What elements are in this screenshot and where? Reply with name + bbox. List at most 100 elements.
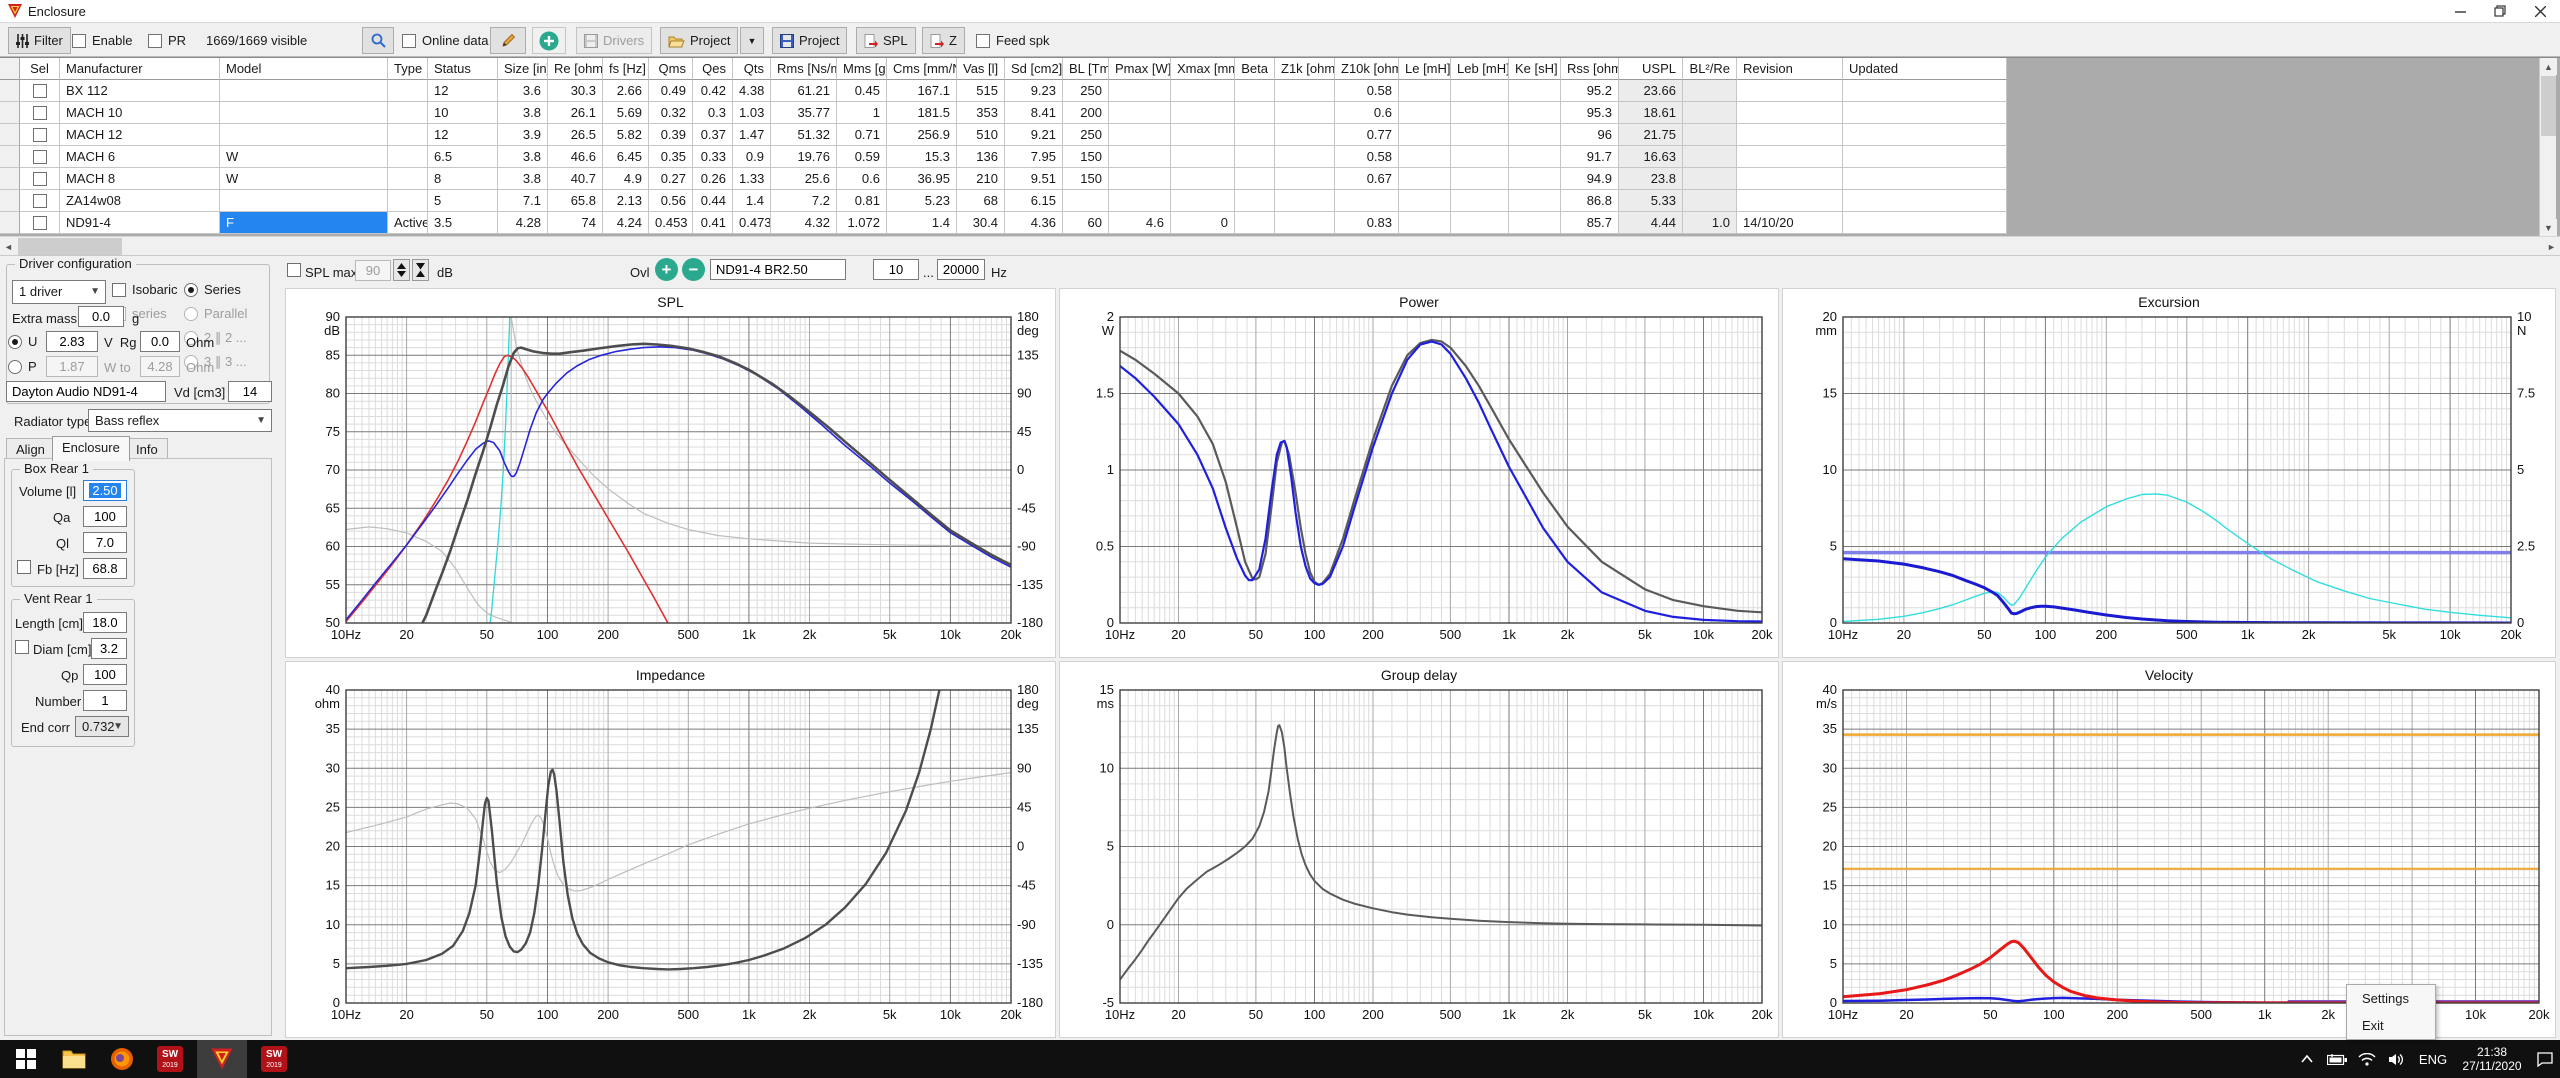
cell-size[interactable]: 3.8: [498, 146, 548, 168]
cell-rss[interactable]: 91.7: [1561, 146, 1619, 168]
cell-z1k[interactable]: [1275, 124, 1335, 146]
cell-vas[interactable]: 510: [957, 124, 1005, 146]
cell-rms[interactable]: 61.21: [771, 80, 837, 102]
cell-ke[interactable]: [1509, 212, 1561, 234]
voltage-radio[interactable]: U: [8, 334, 37, 349]
cell-sd[interactable]: 8.41: [1005, 102, 1063, 124]
cell-type[interactable]: [388, 146, 428, 168]
cell-rowhead[interactable]: [0, 80, 20, 102]
cell-rms[interactable]: 7.2: [771, 190, 837, 212]
cell-bl2re[interactable]: [1683, 124, 1737, 146]
column-header-rms[interactable]: Rms [Ns/m]: [771, 58, 837, 80]
cell-bl[interactable]: 150: [1063, 168, 1109, 190]
cell-model[interactable]: [220, 80, 388, 102]
series-radio-button[interactable]: [184, 282, 198, 297]
cell-beta[interactable]: [1235, 80, 1275, 102]
row-select-checkbox[interactable]: [32, 216, 47, 230]
cell-revision[interactable]: [1737, 80, 1843, 102]
cell-rowhead[interactable]: [0, 102, 20, 124]
cell-qes[interactable]: 0.44: [693, 190, 733, 212]
cell-qes[interactable]: 0.3: [693, 102, 733, 124]
cell-bl[interactable]: 200: [1063, 102, 1109, 124]
isobaric-checkbox[interactable]: Isobaric: [112, 282, 178, 297]
firefox-icon[interactable]: [98, 1040, 146, 1078]
chart-plot-area[interactable]: 90 dB 85 80 75 70 65 60 55 50 180 deg 135 90 45 0 -45 -90…: [286, 289, 1055, 657]
cell-z10k[interactable]: 0.6: [1335, 102, 1399, 124]
cell-rowhead[interactable]: [0, 124, 20, 146]
column-header-bl[interactable]: BL [Tm]: [1063, 58, 1109, 80]
cell-rms[interactable]: 51.32: [771, 124, 837, 146]
cell-vas[interactable]: 515: [957, 80, 1005, 102]
cell-manufacturer[interactable]: ND91-4: [60, 212, 220, 234]
table-horizontal-scrollbar[interactable]: ◄ ►: [0, 236, 2560, 256]
cell-rowhead[interactable]: [0, 190, 20, 212]
column-header-cms[interactable]: Cms [mm/N]: [887, 58, 957, 80]
cell-leb[interactable]: [1451, 146, 1509, 168]
column-header-size[interactable]: Size [in]: [498, 58, 548, 80]
cell-fs[interactable]: 5.69: [603, 102, 649, 124]
cell-rms[interactable]: 4.32: [771, 212, 837, 234]
column-header-qts[interactable]: Qts: [733, 58, 771, 80]
extra-mass-input[interactable]: [78, 306, 124, 327]
feed-spk-checkbox-box[interactable]: [976, 33, 990, 48]
cell-updated[interactable]: [1843, 212, 2007, 234]
cell-z10k[interactable]: [1335, 190, 1399, 212]
tab-enclosure[interactable]: Enclosure: [52, 436, 130, 461]
cell-fs[interactable]: 6.45: [603, 146, 649, 168]
cell-size[interactable]: 3.6: [498, 80, 548, 102]
column-header-status[interactable]: Status: [428, 58, 498, 80]
scrollbar-thumb[interactable]: [18, 238, 122, 255]
spl-max-auto-button[interactable]: [412, 259, 429, 281]
cell-re[interactable]: 40.7: [548, 168, 603, 190]
cell-xmax[interactable]: [1171, 190, 1235, 212]
fb-input[interactable]: [83, 558, 127, 579]
cell-mms[interactable]: 0.45: [837, 80, 887, 102]
open-project-button[interactable]: Project: [660, 27, 739, 54]
close-button[interactable]: [2520, 0, 2560, 22]
cell-revision[interactable]: [1737, 146, 1843, 168]
column-header-fs[interactable]: fs [Hz]: [603, 58, 649, 80]
cell-size[interactable]: 3.8: [498, 168, 548, 190]
chart-plot-area[interactable]: 15 ms 10 5 0 -5 10Hz 20 50 100 200 500 1k 2k 5k 10k 20k: [1060, 662, 1778, 1037]
cell-sel[interactable]: [20, 102, 60, 124]
chart-plot-area[interactable]: 2 W 1.5 1 0.5 0 10Hz 20 50 100 200 500 1k 2k 5k 10k 20k: [1060, 289, 1778, 657]
cell-uspl[interactable]: 18.61: [1619, 102, 1683, 124]
cell-leb[interactable]: [1451, 168, 1509, 190]
cell-rss[interactable]: 95.2: [1561, 80, 1619, 102]
spl-max-spinner[interactable]: [393, 259, 410, 281]
table-row[interactable]: MACH 6 W 6.5 3.8 46.6 6.45 0.35 0.33 0.9 19.76 0.5…: [0, 146, 2560, 168]
cell-updated[interactable]: [1843, 190, 2007, 212]
cell-sel[interactable]: [20, 124, 60, 146]
cell-model[interactable]: W: [220, 146, 388, 168]
cell-le[interactable]: [1399, 146, 1451, 168]
scroll-down-arrow[interactable]: ▼: [2540, 219, 2557, 236]
tab-align[interactable]: Align: [6, 438, 55, 460]
cell-qes[interactable]: 0.37: [693, 124, 733, 146]
cell-cms[interactable]: 5.23: [887, 190, 957, 212]
cell-sel[interactable]: [20, 212, 60, 234]
cell-vas[interactable]: 30.4: [957, 212, 1005, 234]
battery-icon[interactable]: [2322, 1040, 2352, 1078]
cell-manufacturer[interactable]: MACH 6: [60, 146, 220, 168]
add-driver-button[interactable]: [532, 27, 566, 54]
table-row[interactable]: MACH 10 10 3.8 26.1 5.69 0.32 0.3 1.03 35.77 1 181…: [0, 102, 2560, 124]
cell-fs[interactable]: 4.24: [603, 212, 649, 234]
cell-ke[interactable]: [1509, 102, 1561, 124]
cell-qms[interactable]: 0.32: [649, 102, 693, 124]
qa-input[interactable]: [83, 506, 127, 527]
cell-type[interactable]: [388, 102, 428, 124]
cell-pmax[interactable]: [1109, 190, 1171, 212]
cell-uspl[interactable]: 16.63: [1619, 146, 1683, 168]
cell-revision[interactable]: [1737, 190, 1843, 212]
cell-le[interactable]: [1399, 168, 1451, 190]
cell-sd[interactable]: 6.15: [1005, 190, 1063, 212]
cell-z1k[interactable]: [1275, 146, 1335, 168]
cell-rowhead[interactable]: [0, 168, 20, 190]
column-header-model[interactable]: Model: [220, 58, 388, 80]
table-row[interactable]: MACH 12 12 3.9 26.5 5.82 0.39 0.37 1.47 51.32 0.7…: [0, 124, 2560, 146]
cell-rms[interactable]: 25.6: [771, 168, 837, 190]
cell-xmax[interactable]: [1171, 124, 1235, 146]
cell-re[interactable]: 65.8: [548, 190, 603, 212]
cell-le[interactable]: [1399, 124, 1451, 146]
cell-cms[interactable]: 181.5: [887, 102, 957, 124]
